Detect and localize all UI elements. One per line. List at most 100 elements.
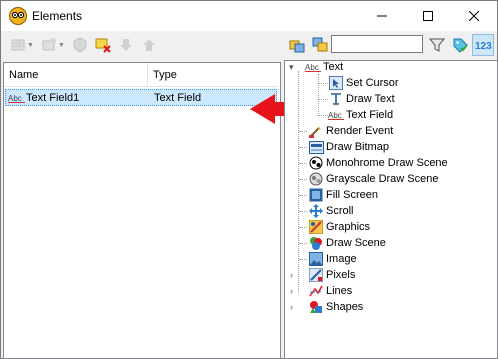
tree-node-label: Monohrome Draw Scene: [326, 157, 448, 169]
move-up-button[interactable]: [138, 34, 160, 56]
tree-connector: [299, 211, 307, 212]
tree-connector: [299, 227, 307, 228]
render-event-icon: [308, 123, 324, 139]
monochrome-scene-icon: [308, 155, 324, 171]
add-element-button[interactable]: ▼: [38, 34, 68, 56]
text-field-icon: Abc: [8, 94, 25, 103]
tree-connector: [299, 179, 307, 180]
grayscale-scene-icon: [308, 171, 324, 187]
column-header-name[interactable]: Name: [4, 63, 148, 87]
maximize-button[interactable]: [405, 1, 451, 31]
search-input[interactable]: [331, 35, 423, 53]
tree-connector: [318, 83, 328, 84]
tree-connector: [318, 99, 328, 100]
tree-node-text-field[interactable]: Abc Text Field: [328, 107, 393, 123]
image-icon: [308, 251, 324, 267]
minimize-button[interactable]: [359, 1, 405, 31]
draw-text-icon: [328, 91, 344, 107]
tree-connector: [299, 195, 307, 196]
chevron-right-icon[interactable]: ›: [290, 270, 293, 280]
column-header-type[interactable]: Type: [148, 63, 278, 87]
tree-connector: [318, 74, 319, 116]
tree-node-draw-text[interactable]: Draw Text: [328, 91, 395, 107]
shield-icon: [73, 37, 87, 53]
arrow-down-icon: [120, 39, 132, 51]
new-element-button[interactable]: ▼: [7, 34, 37, 56]
filter-icon: [429, 38, 445, 52]
maximize-icon: [423, 11, 433, 21]
numbers-toggle-button[interactable]: 123: [472, 34, 494, 56]
tree-connector: [299, 147, 307, 148]
tree-connector: [299, 259, 307, 260]
tree-node-label: Render Event: [326, 125, 394, 137]
close-icon: [469, 11, 479, 21]
scroll-icon: [308, 203, 324, 219]
row-type: Text Field: [154, 92, 202, 104]
tree-node-scroll[interactable]: Scroll: [308, 203, 354, 219]
tree-node-label: Lines: [326, 285, 353, 297]
tree-connector: [299, 243, 307, 244]
right-toolbar: [286, 33, 332, 57]
filter-button[interactable]: [426, 34, 448, 56]
arrow-up-icon: [143, 39, 155, 51]
minimize-icon: [377, 15, 387, 17]
add-element-icon: [42, 38, 57, 51]
expand-all-icon: [289, 40, 305, 53]
table-row[interactable]: Abc Text Field1 Text Field: [5, 89, 277, 106]
tree-node-label: Image: [326, 253, 357, 265]
tree-node-label: Pixels: [326, 269, 356, 281]
title-bar[interactable]: Elements: [1, 1, 497, 31]
tree-node-fill-screen[interactable]: Fill Screen: [308, 187, 378, 203]
tag-filter-button[interactable]: [449, 34, 471, 56]
delete-icon: [95, 38, 111, 53]
tree-node-pixels[interactable]: Pixels: [308, 267, 355, 283]
tree-node-text[interactable]: Abc Text: [305, 59, 343, 75]
tree-node-grayscale-draw-scene[interactable]: Grayscale Draw Scene: [308, 171, 439, 187]
tree-node-lines[interactable]: Lines: [308, 283, 352, 299]
chevron-down-icon: ▼: [27, 41, 34, 49]
chevron-right-icon[interactable]: ›: [290, 302, 293, 312]
tree-node-monohrome-draw-scene[interactable]: Monohrome Draw Scene: [308, 155, 448, 171]
graphics-icon: [308, 219, 324, 235]
element-list[interactable]: Name Type Abc Text Field1 Text Field: [3, 62, 281, 359]
tree-node-label: Fill Screen: [326, 189, 378, 201]
pixels-icon: [308, 267, 324, 283]
tree-connector: [299, 163, 307, 164]
chevron-right-icon[interactable]: ›: [290, 286, 293, 296]
tree-node-draw-scene[interactable]: Draw Scene: [308, 235, 386, 251]
tree-node-label: Text Field: [346, 109, 394, 121]
window-title: Elements: [32, 9, 83, 23]
delete-element-button[interactable]: [92, 34, 114, 56]
left-toolbar: ▼ ▼: [7, 33, 161, 57]
close-button[interactable]: [451, 1, 497, 31]
lines-icon: [308, 283, 324, 299]
expand-all-button[interactable]: [286, 34, 308, 56]
app-icon: [9, 7, 27, 25]
chevron-down-icon[interactable]: ▾: [289, 62, 294, 73]
tree-node-shapes[interactable]: Shapes: [308, 299, 363, 315]
element-tree[interactable]: ▾ Abc Text Set Cursor Draw Text Abc Text…: [284, 60, 498, 359]
svg-text:Abc: Abc: [328, 111, 342, 120]
collapse-all-button[interactable]: [309, 34, 331, 56]
properties-button[interactable]: [69, 34, 91, 56]
shapes-icon: [308, 299, 324, 315]
tree-node-label: Text: [323, 61, 344, 73]
move-down-button[interactable]: [115, 34, 137, 56]
tree-node-render-event[interactable]: Render Event: [308, 123, 393, 139]
draw-scene-icon: [308, 235, 324, 251]
new-element-icon: [11, 39, 25, 51]
set-cursor-icon: [328, 75, 344, 91]
tree-connector: [299, 131, 307, 132]
tree-connector: [318, 115, 328, 116]
tree-node-label: Grayscale Draw Scene: [326, 173, 439, 185]
filter-toolbar: 123: [426, 33, 495, 57]
tree-node-image[interactable]: Image: [308, 251, 357, 267]
tree-node-draw-bitmap[interactable]: Draw Bitmap: [308, 139, 389, 155]
tag-icon: [453, 38, 468, 53]
tree-node-graphics[interactable]: Graphics: [308, 219, 370, 235]
text-icon: Abc: [305, 59, 321, 75]
tree-node-set-cursor[interactable]: Set Cursor: [328, 75, 399, 91]
draw-bitmap-icon: [308, 139, 324, 155]
fill-screen-icon: [308, 187, 324, 203]
svg-text:Abc: Abc: [8, 94, 22, 103]
